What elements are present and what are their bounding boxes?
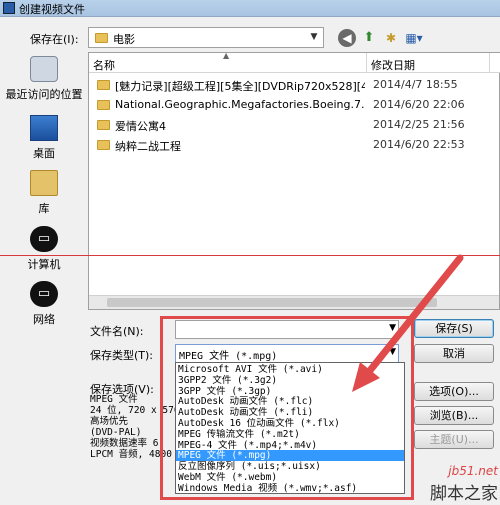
filename-field[interactable]: ▼ bbox=[175, 320, 399, 339]
options-summary: MPEG 文件 24 位, 720 x 576 高场优先 (DVD-PAL) 视频数据速… bbox=[90, 394, 180, 460]
annotation-line bbox=[0, 255, 500, 256]
options-button[interactable]: 选项(O)... bbox=[414, 382, 494, 401]
filetype-select[interactable]: MPEG 文件 (*.mpg) ▼ bbox=[175, 344, 399, 363]
file-date: 2014/6/20 22:53 bbox=[373, 138, 465, 151]
file-date: 2014/6/20 22:06 bbox=[373, 98, 465, 111]
options-line: 24 位, 720 x 576 bbox=[90, 405, 180, 416]
place-recent[interactable]: 最近访问的位置 bbox=[0, 56, 88, 102]
filename-label: 文件名(N): bbox=[90, 325, 144, 338]
folder-icon bbox=[97, 120, 110, 130]
options-line: (DVD-PAL) bbox=[90, 427, 142, 438]
horizontal-scrollbar[interactable] bbox=[89, 295, 499, 309]
chevron-down-icon[interactable]: ▼ bbox=[308, 31, 320, 44]
file-list[interactable]: ▲ 名称 修改日期 [魅力记录][超级工程][5集全][DVDRip720x52… bbox=[88, 51, 500, 310]
column-divider[interactable] bbox=[366, 53, 367, 73]
place-network[interactable]: ▭ 网络 bbox=[0, 281, 88, 327]
window-title: 创建视频文件 bbox=[19, 3, 85, 16]
file-name: [魅力记录][超级工程][5集全][DVDRip720x528][4... bbox=[115, 80, 365, 93]
folder-icon bbox=[97, 140, 110, 150]
place-label: 最近访问的位置 bbox=[5, 88, 83, 101]
new-folder-icon[interactable]: ✱ bbox=[382, 29, 400, 47]
file-name: 爱情公寓4 bbox=[115, 120, 166, 133]
back-icon[interactable]: ◀ bbox=[338, 29, 356, 47]
watermark: jb51.net 脚本之家 bbox=[406, 464, 498, 504]
subject-button[interactable]: 主题(U)... bbox=[414, 430, 494, 449]
place-desktop[interactable]: 桌面 bbox=[0, 115, 88, 161]
recent-places-icon bbox=[30, 56, 58, 82]
watermark-url: jb51.net bbox=[448, 464, 498, 478]
file-name: National.Geographic.Megafactories.Boeing… bbox=[115, 98, 365, 111]
filetype-option[interactable]: MPEG 文件 (*.mpg) bbox=[176, 450, 404, 462]
browse-button[interactable]: 浏览(B)... bbox=[414, 406, 494, 425]
save-button[interactable]: 保存(S) bbox=[414, 319, 494, 338]
filetype-option[interactable]: AutoDesk 动画文件 (*.flc) bbox=[176, 396, 404, 407]
place-label: 库 bbox=[38, 202, 50, 215]
cancel-button[interactable]: 取消 bbox=[414, 344, 494, 363]
chevron-down-icon[interactable]: ▼ bbox=[389, 347, 396, 357]
save-in-combobox[interactable]: 电影 ▼ bbox=[88, 27, 324, 48]
column-divider[interactable] bbox=[489, 53, 490, 73]
save-in-label: 保存在(I): bbox=[30, 33, 79, 46]
filetype-option[interactable]: MPEG-4 文件 (*.mp4;*.m4v) bbox=[176, 440, 404, 451]
list-header: ▲ 名称 修改日期 bbox=[89, 51, 500, 73]
app-icon bbox=[3, 2, 15, 14]
sort-ascending-icon: ▲ bbox=[223, 51, 230, 60]
filetype-dropdown-list[interactable]: Microsoft AVI 文件 (*.avi) 3GPP2 文件 (*.3g2)… bbox=[175, 362, 405, 494]
list-item[interactable]: 爱情公寓4 2014/2/25 21:56 bbox=[89, 115, 500, 135]
list-item[interactable]: [魅力记录][超级工程][5集全][DVDRip720x528][4... 20… bbox=[89, 75, 500, 95]
filetype-option[interactable]: Windows Media 视频 (*.wmv;*.asf) bbox=[176, 483, 404, 494]
options-line: LPCM 音频, 4800 bbox=[90, 449, 172, 460]
library-icon bbox=[30, 170, 58, 196]
filetype-label: 保存类型(T): bbox=[90, 349, 154, 362]
file-date: 2014/2/25 21:56 bbox=[373, 118, 465, 131]
computer-icon: ▭ bbox=[30, 226, 58, 252]
filetype-option[interactable]: WebM 文件 (*.webm) bbox=[176, 472, 404, 483]
place-label: 网络 bbox=[33, 313, 55, 326]
place-label: 桌面 bbox=[33, 147, 55, 160]
save-in-value: 电影 bbox=[113, 33, 135, 46]
filetype-option[interactable]: AutoDesk 16 位动画文件 (*.flx) bbox=[176, 418, 404, 429]
list-item[interactable]: 纳粹二战工程 2014/6/20 22:53 bbox=[89, 135, 500, 155]
filetype-option[interactable]: 3GPP 文件 (*.3gp) bbox=[176, 386, 404, 397]
column-header-date[interactable]: 修改日期 bbox=[371, 57, 415, 73]
chevron-down-icon[interactable]: ▼ bbox=[389, 323, 396, 333]
filetype-option[interactable]: 3GPP2 文件 (*.3g2) bbox=[176, 375, 404, 386]
options-line: MPEG 文件 bbox=[90, 394, 138, 405]
title-bar: 创建视频文件 bbox=[0, 0, 500, 17]
folder-icon bbox=[95, 33, 108, 43]
folder-icon bbox=[97, 80, 110, 90]
scrollbar-thumb[interactable] bbox=[107, 298, 437, 307]
filetype-value: MPEG 文件 (*.mpg) bbox=[179, 351, 278, 362]
view-menu-icon[interactable]: ▦▾ bbox=[402, 29, 426, 47]
filetype-option[interactable]: MPEG 传输流文件 (*.m2t) bbox=[176, 429, 404, 440]
file-date: 2014/4/7 18:55 bbox=[373, 78, 458, 91]
options-line: 高场优先 bbox=[90, 416, 129, 427]
watermark-brand: 脚本之家 bbox=[430, 484, 498, 504]
up-folder-icon[interactable]: ⬆ bbox=[360, 29, 378, 47]
list-item[interactable]: National.Geographic.Megafactories.Boeing… bbox=[89, 95, 500, 115]
desktop-icon bbox=[30, 115, 58, 141]
filetype-option[interactable]: Microsoft AVI 文件 (*.avi) bbox=[176, 364, 404, 375]
place-label: 计算机 bbox=[27, 258, 61, 271]
place-computer[interactable]: ▭ 计算机 bbox=[0, 226, 88, 272]
filetype-option[interactable]: AutoDesk 动画文件 (*.fli) bbox=[176, 407, 404, 418]
file-name: 纳粹二战工程 bbox=[115, 140, 181, 153]
network-icon: ▭ bbox=[30, 281, 58, 307]
place-library[interactable]: 库 bbox=[0, 170, 88, 216]
folder-icon bbox=[97, 100, 110, 110]
filetype-option[interactable]: 反立图像序列 (*.uis;*.uisx) bbox=[176, 461, 404, 472]
options-line: 视频数据速率 6 bbox=[90, 438, 159, 449]
column-header-name[interactable]: 名称 bbox=[93, 57, 115, 73]
